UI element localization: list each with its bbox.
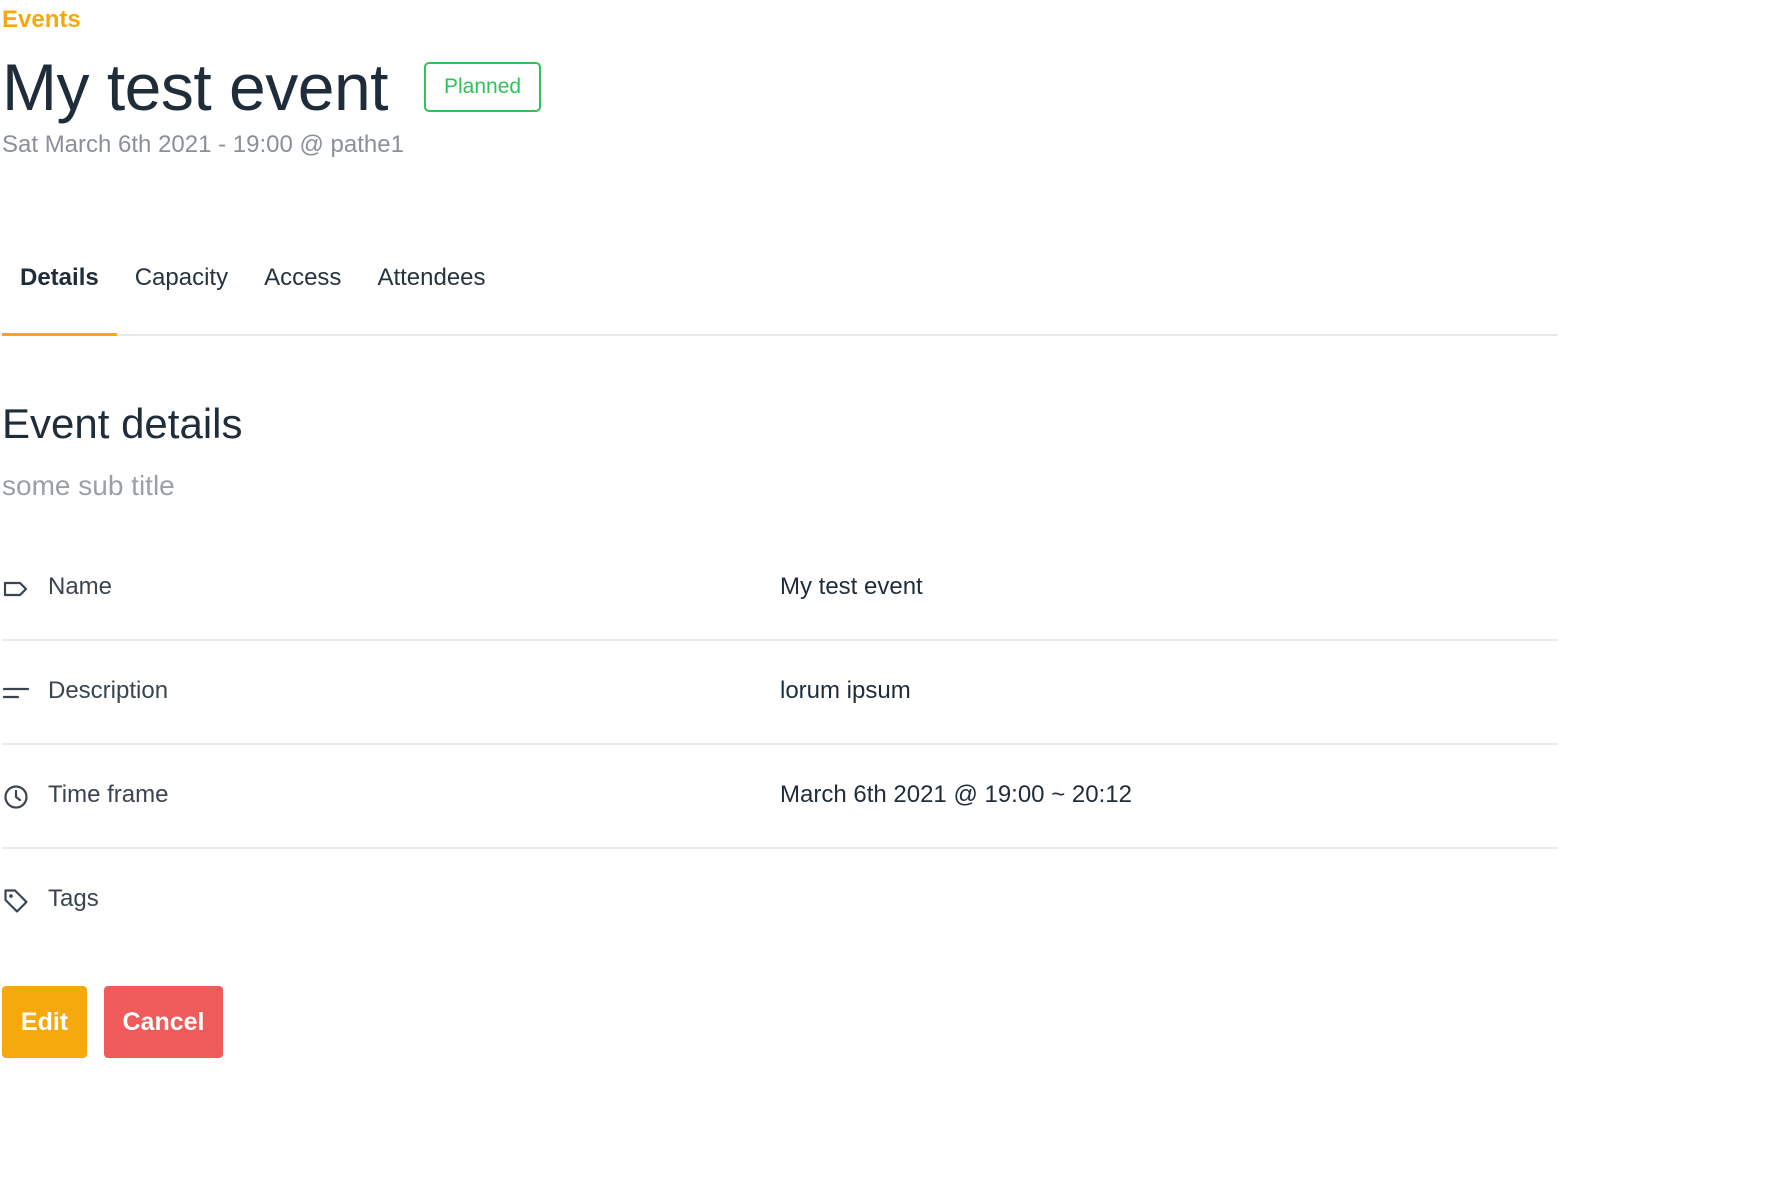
tab-details[interactable]: Details xyxy=(2,244,117,336)
section-subtitle: some sub title xyxy=(2,470,175,501)
tab-capacity[interactable]: Capacity xyxy=(117,244,246,334)
page-header: My test event Planned xyxy=(2,42,542,132)
detail-row-description: Description lorum ipsum xyxy=(2,641,1558,745)
detail-value: March 6th 2021 @ 19:00 ~ 20:12 xyxy=(780,781,1132,808)
cancel-button[interactable]: Cancel xyxy=(104,986,223,1058)
section-title: Event details xyxy=(2,400,243,447)
tag-icon xyxy=(2,887,30,915)
detail-label: Time frame xyxy=(48,781,169,808)
clock-icon xyxy=(2,783,30,811)
edit-button[interactable]: Edit xyxy=(2,986,87,1058)
tab-attendees[interactable]: Attendees xyxy=(359,244,503,334)
action-bar: Edit Cancel xyxy=(2,986,223,1058)
label-icon xyxy=(2,575,30,603)
status-badge: Planned xyxy=(424,62,542,112)
detail-value: My test event xyxy=(780,573,923,600)
page-title: My test event xyxy=(2,50,389,124)
tab-bar: Details Capacity Access Attendees xyxy=(2,244,1558,336)
detail-label: Description xyxy=(48,677,169,704)
description-icon xyxy=(2,679,30,707)
detail-row-name: Name My test event xyxy=(2,537,1558,641)
detail-row-time-frame: Time frame March 6th 2021 @ 19:00 ~ 20:1… xyxy=(2,745,1558,849)
details-list: Name My test event Description lorum ips… xyxy=(2,537,1558,953)
detail-row-tags: Tags xyxy=(2,849,1558,953)
tab-access[interactable]: Access xyxy=(246,244,359,334)
detail-label: Name xyxy=(48,573,113,600)
detail-value: lorum ipsum xyxy=(780,677,911,704)
event-date-location: Sat March 6th 2021 - 19:00 @ pathe1 xyxy=(2,131,404,158)
detail-label: Tags xyxy=(48,885,99,912)
breadcrumb-events-link[interactable]: Events xyxy=(2,6,81,34)
